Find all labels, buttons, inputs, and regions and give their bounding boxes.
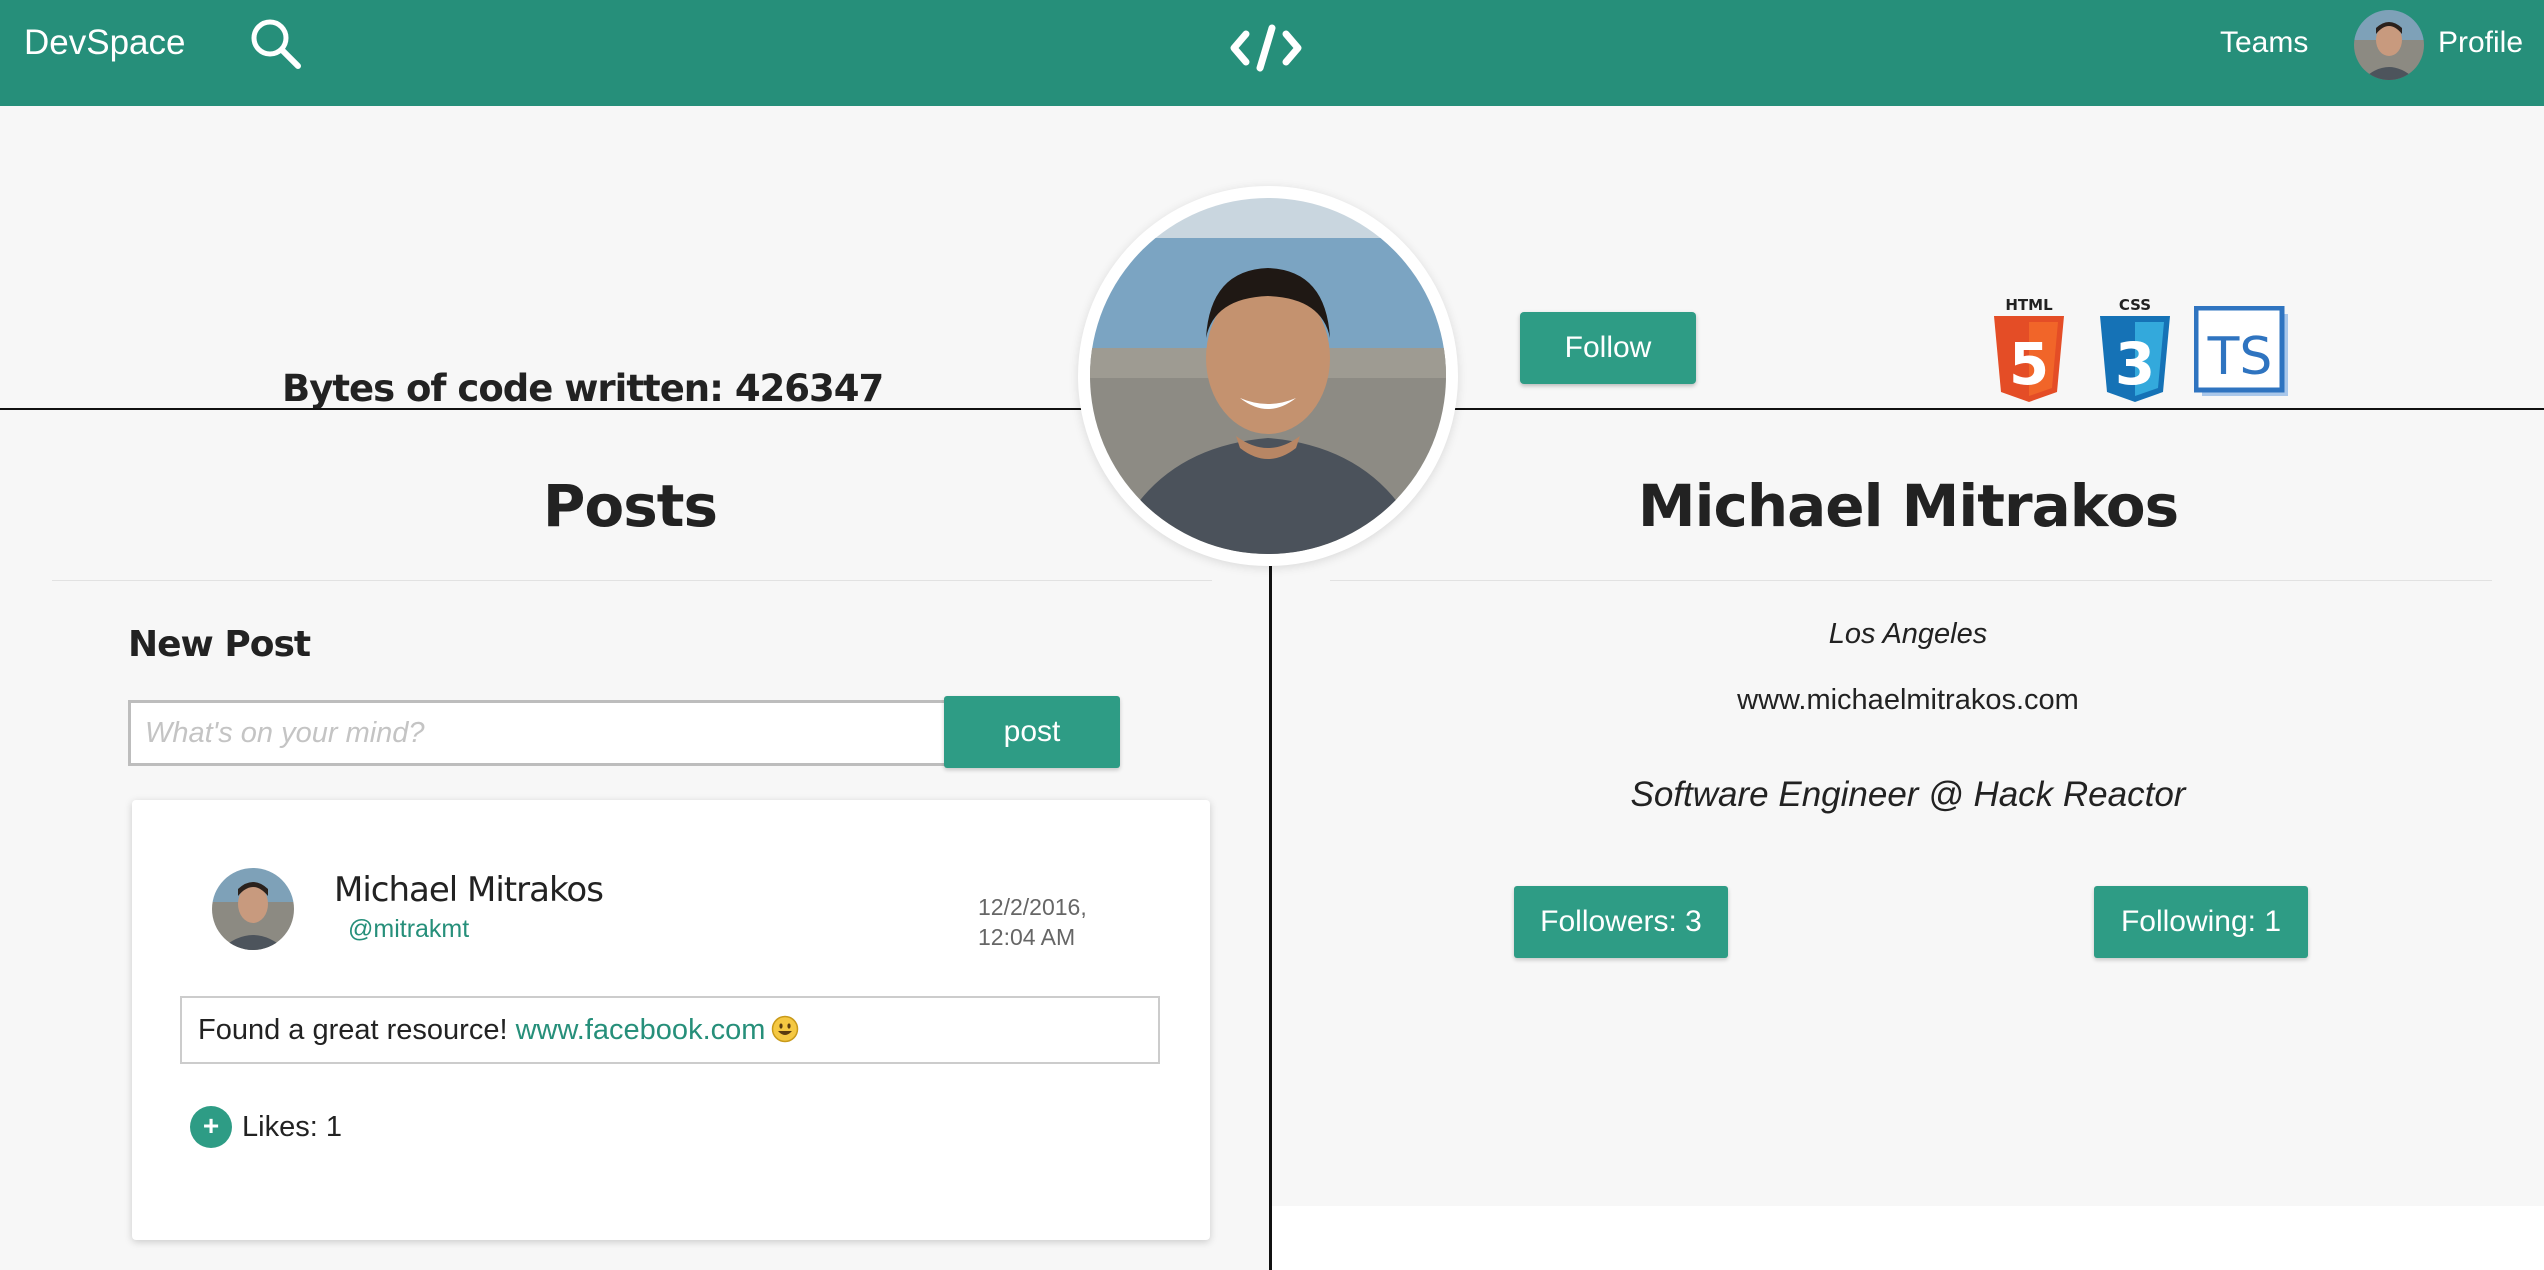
followers-button[interactable]: Followers: 3: [1514, 886, 1728, 958]
post-button[interactable]: post: [944, 696, 1120, 768]
css3-number: 3: [2115, 330, 2155, 398]
typescript-label: TS: [2207, 327, 2273, 387]
code-icon[interactable]: [1228, 18, 1304, 78]
following-button[interactable]: Following: 1: [2094, 886, 2308, 958]
brand-logo[interactable]: DevSpace: [24, 18, 185, 68]
html5-number: 5: [2009, 330, 2049, 398]
plus-icon: +: [202, 1110, 220, 1141]
follow-button[interactable]: Follow: [1520, 312, 1696, 384]
profile-website[interactable]: www.michaelmitrakos.com: [1272, 678, 2544, 722]
new-post-input[interactable]: [128, 700, 962, 766]
posts-heading: Posts: [542, 472, 718, 540]
profile-bottom-panel: [1272, 1206, 2544, 1270]
post-author-name[interactable]: Michael Mitrakos: [334, 868, 604, 912]
post-text: Found a great resource!: [198, 1014, 516, 1046]
post-author-handle[interactable]: @mitrakmt: [348, 912, 469, 946]
nav-profile-link[interactable]: Profile: [2438, 18, 2523, 68]
profile-name: Michael Mitrakos: [1637, 472, 2179, 540]
likes-count: Likes: 1: [242, 1111, 342, 1143]
profile-location: Los Angeles: [1828, 618, 1988, 650]
css3-icon: CSS 3: [2100, 296, 2170, 402]
profile-tagline: Software Engineer @ Hack Reactor: [1630, 775, 2186, 814]
html5-icon: HTML 5: [1994, 296, 2064, 402]
new-post-label: New Post: [128, 624, 311, 665]
search-icon[interactable]: [246, 14, 306, 74]
like-button[interactable]: +: [190, 1106, 232, 1148]
navbar: DevSpace Teams Profile: [0, 0, 2544, 106]
profile-divider: [1330, 580, 2492, 581]
smiley-icon: [772, 1015, 799, 1043]
bytes-written-stat: Bytes of code written: 426347: [282, 367, 884, 410]
post-content: Found a great resource! www.facebook.com: [180, 996, 1160, 1064]
column-divider: [1269, 566, 1272, 1270]
post-timestamp: 12/2/2016, 12:04 AM: [978, 894, 1087, 950]
post-card: Michael Mitrakos @mitrakmt 12/2/2016, 12:…: [132, 800, 1210, 1240]
nav-teams-link[interactable]: Teams: [2220, 18, 2308, 68]
typescript-icon: TS: [2194, 306, 2288, 396]
posts-divider: [52, 580, 1212, 581]
post-link[interactable]: www.facebook.com: [516, 1014, 766, 1046]
nav-avatar[interactable]: [2354, 10, 2424, 80]
html5-label: HTML: [2005, 296, 2053, 314]
css3-label: CSS: [2119, 296, 2151, 314]
post-author-avatar[interactable]: [212, 868, 294, 950]
